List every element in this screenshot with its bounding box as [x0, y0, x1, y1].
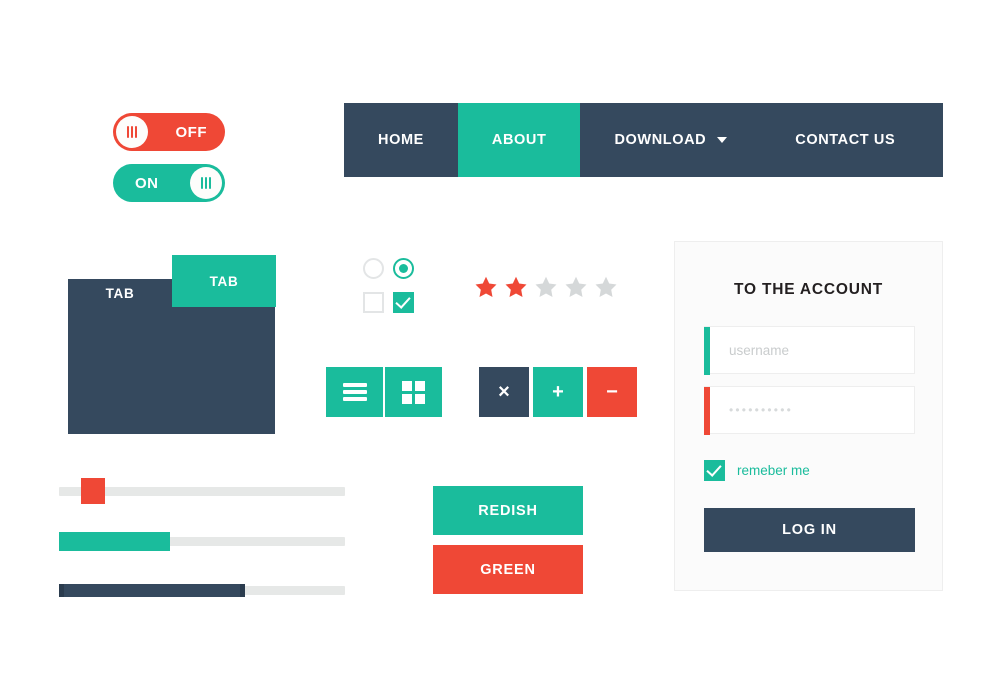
field-accent-bar: [704, 387, 710, 435]
redish-button-label: REDISH: [478, 502, 538, 519]
nav-item-contact-us[interactable]: CONTACT US: [761, 103, 929, 177]
star-filled-icon[interactable]: [474, 275, 498, 299]
list-view-button[interactable]: [326, 367, 383, 417]
star-filled-icon[interactable]: [504, 275, 528, 299]
login-panel-title: TO THE ACCOUNT: [734, 281, 883, 298]
login-button[interactable]: LOG IN: [704, 508, 915, 552]
off-toggle[interactable]: OFF: [113, 113, 225, 151]
toggle-knob-off[interactable]: [116, 116, 148, 148]
minus-icon: −: [606, 381, 618, 403]
star-empty-icon[interactable]: [594, 275, 618, 299]
slider-red-handle[interactable]: [59, 478, 345, 504]
nav-item-label: DOWNLOAD: [614, 132, 707, 148]
login-panel: TO THE ACCOUNT username •••••••••• remeb…: [674, 241, 943, 591]
star-empty-icon[interactable]: [534, 275, 558, 299]
grip-line-icon: [131, 126, 133, 138]
slider-cap-start: [59, 584, 64, 597]
tab-label: TAB: [209, 273, 239, 289]
grid-view-icon: [402, 380, 425, 404]
nav-item-download[interactable]: DOWNLOAD: [580, 103, 761, 177]
slider-handle[interactable]: [81, 478, 105, 504]
plus-icon: +: [552, 381, 564, 403]
grip-line-icon: [201, 177, 203, 189]
nav-item-label: HOME: [378, 132, 424, 148]
toggle-knob-on[interactable]: [190, 167, 222, 199]
chevron-down-icon: [717, 137, 728, 143]
username-field[interactable]: username: [704, 326, 915, 375]
grid-view-button[interactable]: [385, 367, 442, 417]
slider-fill: [59, 532, 170, 551]
remember-me-label: remeber me: [737, 463, 810, 478]
slider-cap-end[interactable]: [240, 584, 245, 597]
green-button-label: GREEN: [480, 561, 536, 578]
tab-label: TAB: [105, 285, 135, 301]
on-toggle[interactable]: ON: [113, 164, 225, 202]
list-view-icon: [342, 383, 367, 401]
on-toggle-label: ON: [135, 174, 159, 192]
grip-line-icon: [127, 126, 129, 138]
action-button-group: × + −: [479, 367, 637, 417]
view-mode-group: [326, 367, 442, 417]
checkbox-unchecked[interactable]: [363, 292, 384, 313]
tab-second-active[interactable]: TAB: [172, 255, 276, 307]
nav-item-about[interactable]: ABOUT: [457, 103, 581, 177]
radio-checked[interactable]: [393, 258, 414, 279]
close-icon: ×: [498, 381, 510, 403]
tab-panel: TAB TAB: [68, 255, 276, 434]
minus-button[interactable]: −: [587, 367, 637, 417]
nav-item-label: CONTACT US: [795, 132, 896, 148]
remember-me-checkbox[interactable]: [704, 460, 725, 481]
green-button[interactable]: GREEN: [433, 545, 583, 594]
login-button-label: LOG IN: [782, 522, 837, 538]
ui-kit-canvas: OFF ON HOME ABOUT DOWNLOAD CONTACT US TA…: [0, 0, 1000, 700]
redish-button[interactable]: REDISH: [433, 486, 583, 535]
nav-item-label: ABOUT: [491, 132, 547, 148]
star-rating[interactable]: [474, 275, 618, 299]
off-toggle-label: OFF: [175, 123, 207, 141]
grip-line-icon: [205, 177, 207, 189]
password-value: ••••••••••: [729, 403, 794, 417]
slider-dark-progress[interactable]: [59, 584, 345, 597]
plus-button[interactable]: +: [533, 367, 583, 417]
nav-item-home[interactable]: HOME: [344, 103, 458, 177]
navbar: HOME ABOUT DOWNLOAD CONTACT US: [344, 103, 943, 177]
grip-line-icon: [135, 126, 137, 138]
slider-green-fill[interactable]: [59, 532, 345, 551]
star-empty-icon[interactable]: [564, 275, 588, 299]
checkbox-checked[interactable]: [393, 292, 414, 313]
username-placeholder: username: [729, 342, 790, 358]
grip-line-icon: [209, 177, 211, 189]
close-button[interactable]: ×: [479, 367, 529, 417]
password-field[interactable]: ••••••••••: [704, 386, 915, 435]
tab-first[interactable]: TAB: [68, 279, 172, 307]
radio-unchecked[interactable]: [363, 258, 384, 279]
slider-fill: [59, 584, 245, 597]
remember-me-row[interactable]: remeber me: [704, 460, 810, 481]
field-accent-bar: [704, 327, 710, 375]
